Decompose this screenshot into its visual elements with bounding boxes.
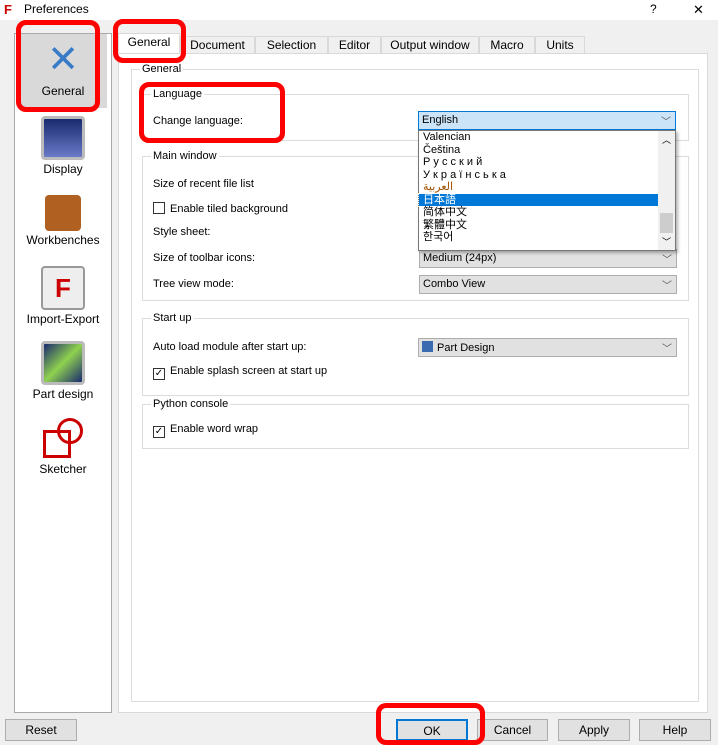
window-title: Preferences bbox=[24, 2, 89, 16]
group-title: Python console bbox=[151, 398, 231, 410]
sidebar-item-part-design[interactable]: Part design bbox=[19, 337, 107, 409]
sidebar-label: Display bbox=[43, 162, 83, 176]
sidebar-item-display[interactable]: Display bbox=[19, 112, 107, 184]
tab-document[interactable]: Document bbox=[180, 36, 255, 54]
chevron-down-icon: ﹀ bbox=[662, 255, 672, 266]
scroll-down-icon[interactable]: ﹀ bbox=[662, 235, 671, 248]
language-option[interactable]: 简体中文 bbox=[419, 206, 658, 219]
help-button[interactable]: Help bbox=[639, 719, 711, 741]
checkmark-icon: ✓ bbox=[153, 368, 165, 380]
tree-view-combo[interactable]: Combo View ﹀ bbox=[419, 275, 677, 294]
toolbar-icons-label: Size of toolbar icons: bbox=[153, 252, 256, 264]
checkbox-label: Enable tiled background bbox=[170, 203, 289, 215]
combo-value: Part Design bbox=[437, 342, 495, 354]
combo-value: Medium (24px) bbox=[423, 252, 497, 264]
sidebar-item-sketcher[interactable]: Sketcher bbox=[19, 412, 107, 484]
word-wrap-checkbox[interactable]: ✓ Enable word wrap bbox=[153, 423, 258, 438]
highlight-box bbox=[113, 19, 186, 63]
recent-files-label: Size of recent file list bbox=[153, 178, 254, 190]
tab-selection[interactable]: Selection bbox=[255, 36, 328, 54]
language-option[interactable]: Valencian bbox=[419, 131, 658, 144]
part-design-icon bbox=[41, 341, 85, 385]
chevron-down-icon: ﹀ bbox=[661, 117, 671, 128]
sidebar-label: Workbenches bbox=[26, 233, 100, 247]
combo-value: Combo View bbox=[423, 278, 486, 290]
preference-page-list: ✕ General Display Workbenches F Import-E… bbox=[14, 33, 112, 713]
sidebar-item-workbenches[interactable]: Workbenches bbox=[19, 187, 107, 259]
import-export-icon: F bbox=[41, 266, 85, 310]
workbench-box-icon bbox=[45, 195, 81, 231]
checkmark-icon: ✓ bbox=[153, 426, 165, 438]
startup-group: Start up Auto load module after start up… bbox=[142, 312, 689, 396]
highlight-box bbox=[139, 82, 285, 143]
cancel-button[interactable]: Cancel bbox=[477, 719, 548, 741]
sidebar-item-import-export[interactable]: F Import-Export bbox=[19, 262, 107, 334]
dropdown-scrollbar[interactable]: ︿ ﹀ bbox=[658, 131, 675, 250]
scrollbar-thumb[interactable] bbox=[660, 213, 673, 233]
language-option[interactable]: العربية bbox=[419, 181, 658, 194]
language-option[interactable]: У к р а ї н с ь к а bbox=[419, 169, 658, 182]
highlight-box bbox=[16, 20, 100, 112]
language-option[interactable]: 한국어 bbox=[419, 231, 658, 244]
sketcher-icon bbox=[41, 416, 85, 460]
close-button[interactable]: ✕ bbox=[693, 2, 704, 18]
group-title: General bbox=[140, 63, 184, 75]
reset-button[interactable]: Reset bbox=[5, 719, 77, 741]
language-option-selected[interactable]: 日本語 bbox=[418, 192, 659, 207]
combo-value: English bbox=[422, 114, 459, 126]
chevron-down-icon: ﹀ bbox=[662, 344, 672, 355]
checkbox-label: Enable word wrap bbox=[170, 423, 259, 435]
tab-editor[interactable]: Editor bbox=[328, 36, 381, 54]
highlight-box bbox=[376, 703, 485, 745]
group-title: Main window bbox=[151, 150, 219, 162]
language-combo[interactable]: English ﹀ bbox=[418, 111, 676, 130]
group-title: Start up bbox=[151, 312, 194, 324]
checkbox-label: Enable splash screen at start up bbox=[170, 365, 328, 377]
language-option[interactable]: Р у с с к и й bbox=[419, 156, 658, 169]
autoload-label: Auto load module after start up: bbox=[153, 341, 307, 353]
tab-output-window[interactable]: Output window bbox=[381, 36, 479, 54]
tab-macro[interactable]: Macro bbox=[479, 36, 535, 54]
tab-units[interactable]: Units bbox=[535, 36, 585, 54]
help-title-button[interactable]: ? bbox=[650, 2, 657, 16]
splash-screen-checkbox[interactable]: ✓ Enable splash screen at start up bbox=[153, 365, 327, 380]
python-console-group: Python console ✓ Enable word wrap bbox=[142, 398, 689, 449]
sidebar-label: Sketcher bbox=[39, 462, 87, 476]
toolbar-icons-combo[interactable]: Medium (24px) ﹀ bbox=[419, 249, 677, 268]
monitor-icon bbox=[41, 116, 85, 160]
title-bar: F Preferences ? ✕ bbox=[0, 0, 718, 20]
tiled-background-checkbox[interactable]: Enable tiled background bbox=[153, 202, 288, 215]
autoload-module-combo[interactable]: Part Design ﹀ bbox=[418, 338, 677, 357]
checkbox-icon bbox=[153, 202, 165, 214]
sidebar-label: Part design bbox=[32, 387, 94, 401]
scroll-up-icon[interactable]: ︿ bbox=[662, 133, 671, 146]
style-sheet-label: Style sheet: bbox=[153, 226, 211, 238]
sidebar-label: Import-Export bbox=[26, 312, 100, 326]
chevron-down-icon: ﹀ bbox=[662, 281, 672, 292]
freecad-logo-icon: F bbox=[4, 2, 12, 17]
language-dropdown-list[interactable]: Valencian Čeština Р у с с к и й У к р а … bbox=[418, 130, 676, 251]
part-design-icon bbox=[422, 341, 433, 352]
language-option[interactable]: Čeština bbox=[419, 144, 658, 157]
apply-button[interactable]: Apply bbox=[558, 719, 630, 741]
language-option[interactable]: 繁體中文 bbox=[419, 219, 658, 232]
tree-view-label: Tree view mode: bbox=[153, 278, 234, 290]
